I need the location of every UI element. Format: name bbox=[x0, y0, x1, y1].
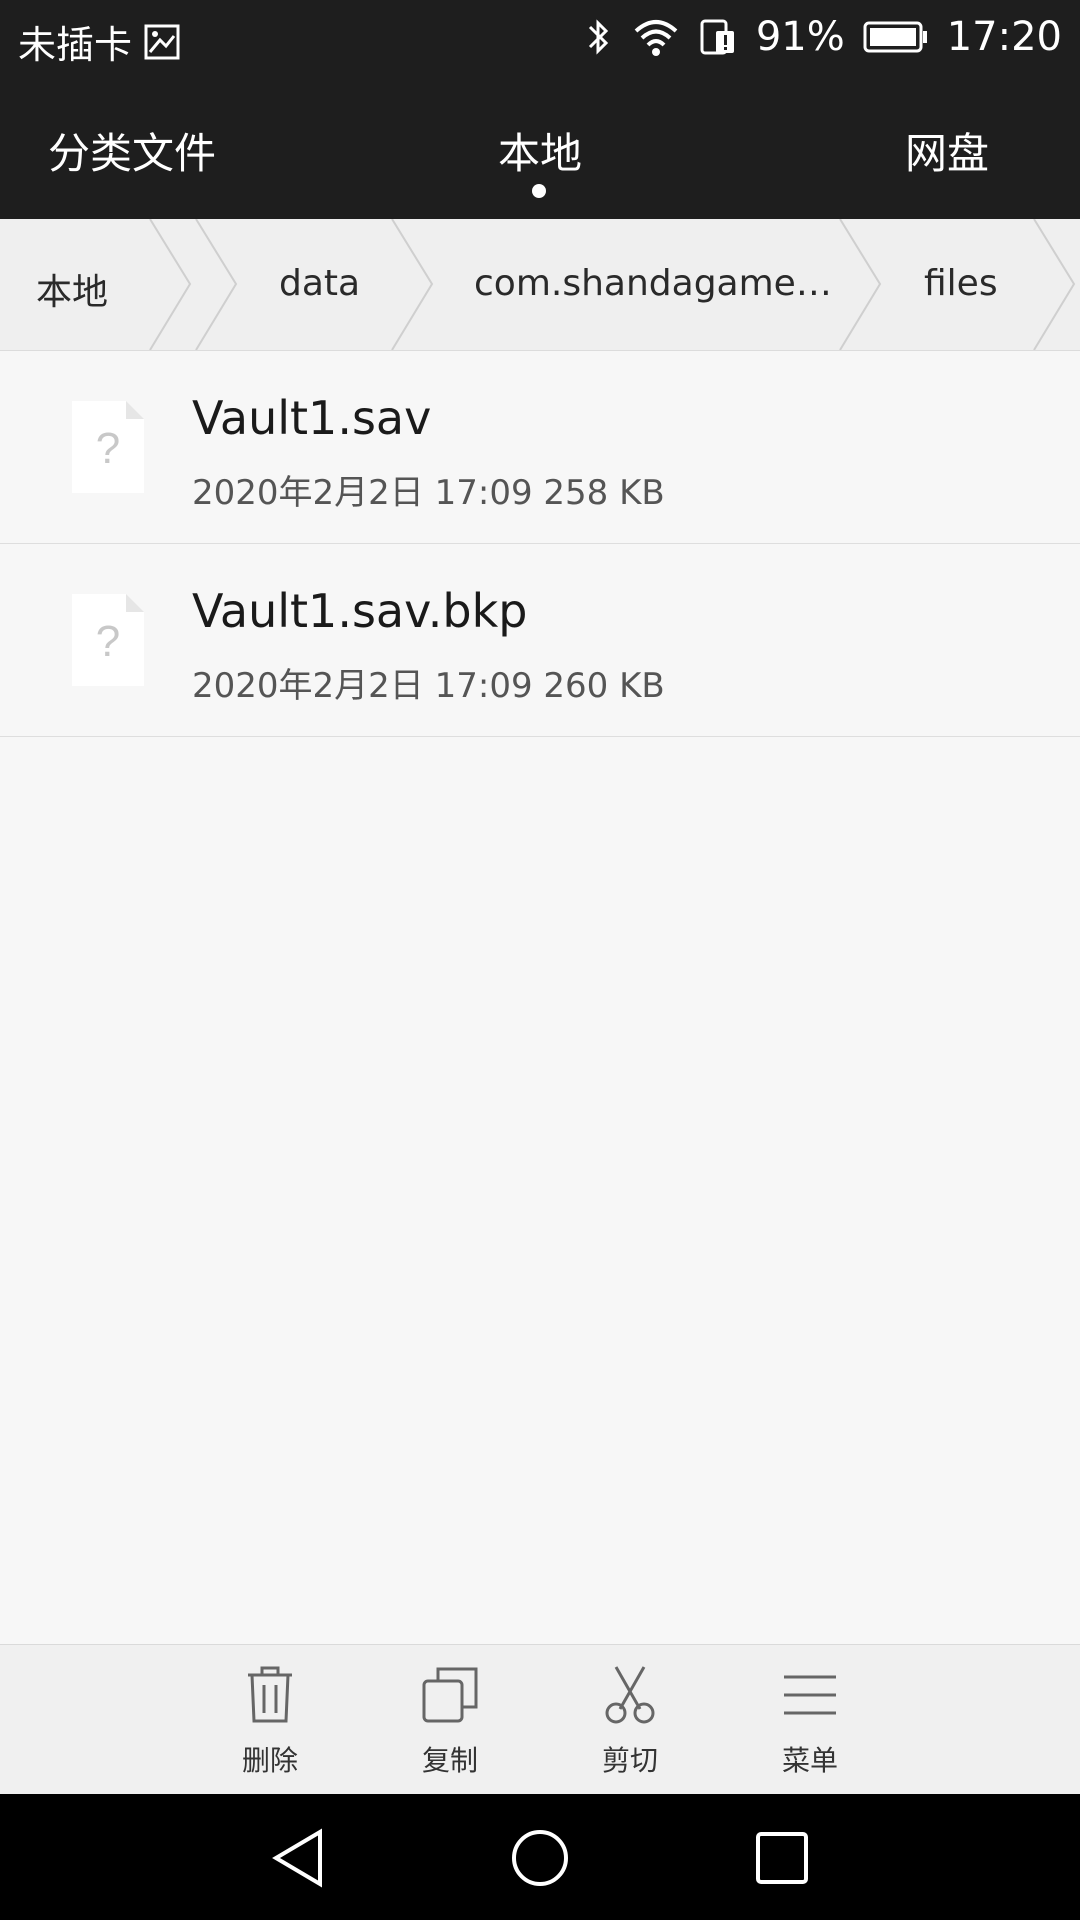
copy-label: 复制 bbox=[421, 1744, 478, 1777]
menu-label: 菜单 bbox=[781, 1744, 838, 1777]
unknown-file-icon: ? bbox=[72, 401, 144, 493]
nav-back-button[interactable] bbox=[270, 1828, 330, 1892]
nav-home-button[interactable] bbox=[510, 1828, 570, 1892]
file-name: Vault1.sav.bkp bbox=[192, 584, 528, 638]
delete-button[interactable]: 删除 bbox=[210, 1665, 330, 1779]
unknown-file-glyph: ? bbox=[96, 424, 120, 473]
copy-icon bbox=[422, 1667, 478, 1723]
menu-icon bbox=[784, 1675, 836, 1715]
scissors-icon bbox=[605, 1666, 655, 1724]
top-tab-bar: 分类文件 本地 网盘 bbox=[0, 78, 1080, 219]
breadcrumb-item-package[interactable]: com.shandagame… bbox=[474, 263, 832, 304]
sim-warning-icon bbox=[698, 17, 738, 57]
battery-icon bbox=[863, 19, 929, 55]
file-list: ? Vault1.sav 2020年2月2日 17:09 258 KB ? Va… bbox=[0, 351, 1080, 737]
unknown-file-icon: ? bbox=[72, 594, 144, 686]
file-name: Vault1.sav bbox=[192, 391, 432, 445]
status-right: 91% 17:20 bbox=[584, 14, 1062, 60]
recent-apps-square-icon bbox=[756, 1832, 808, 1884]
file-row[interactable]: ? Vault1.sav 2020年2月2日 17:09 258 KB bbox=[0, 351, 1080, 544]
active-tab-indicator bbox=[532, 184, 546, 198]
cut-label: 剪切 bbox=[601, 1744, 658, 1777]
bluetooth-icon bbox=[584, 17, 614, 57]
trash-icon bbox=[248, 1666, 292, 1723]
breadcrumb: 本地 data com.shandagame… files bbox=[0, 219, 1080, 351]
back-triangle-icon bbox=[272, 1828, 322, 1888]
status-left: 未插卡 bbox=[18, 14, 180, 69]
tab-cloud[interactable]: 网盘 bbox=[905, 120, 989, 181]
nav-recent-button[interactable] bbox=[752, 1828, 812, 1892]
file-meta: 2020年2月2日 17:09 260 KB bbox=[192, 666, 665, 706]
unknown-file-glyph: ? bbox=[96, 617, 120, 666]
bottom-action-bar: 删除 复制 剪切 菜单 bbox=[0, 1644, 1080, 1795]
battery-percent: 91% bbox=[755, 14, 845, 60]
image-notification-icon bbox=[144, 24, 180, 60]
delete-label: 删除 bbox=[241, 1744, 298, 1777]
system-nav-bar bbox=[0, 1794, 1080, 1920]
file-row[interactable]: ? Vault1.sav.bkp 2020年2月2日 17:09 260 KB bbox=[0, 544, 1080, 737]
menu-button[interactable]: 菜单 bbox=[750, 1665, 870, 1779]
sim-status-text: 未插卡 bbox=[18, 23, 133, 67]
home-circle-icon bbox=[512, 1830, 568, 1886]
breadcrumb-item-data[interactable]: data bbox=[279, 263, 360, 304]
tab-local[interactable]: 本地 bbox=[498, 120, 582, 181]
status-bar: 未插卡 91% 17:20 bbox=[0, 0, 1080, 78]
file-meta: 2020年2月2日 17:09 258 KB bbox=[192, 473, 665, 513]
tab-categories[interactable]: 分类文件 bbox=[48, 120, 216, 181]
clock: 17:20 bbox=[946, 14, 1062, 60]
breadcrumb-item-files[interactable]: files bbox=[924, 263, 998, 304]
copy-button[interactable]: 复制 bbox=[390, 1665, 510, 1779]
breadcrumb-item-local[interactable]: 本地 bbox=[36, 263, 108, 315]
wifi-icon bbox=[632, 17, 680, 57]
cut-button[interactable]: 剪切 bbox=[570, 1665, 690, 1779]
